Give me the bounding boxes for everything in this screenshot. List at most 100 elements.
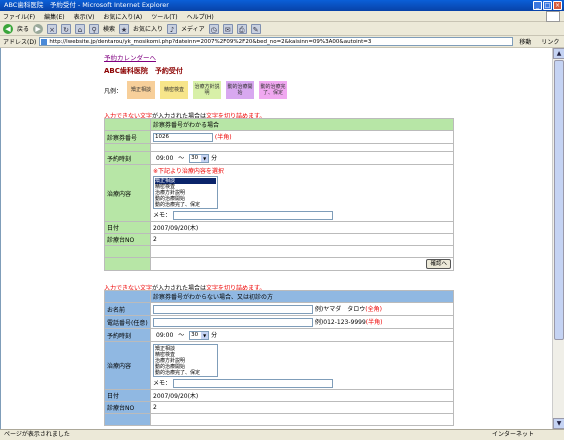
close-icon[interactable]: × <box>553 1 562 10</box>
date-label: 日付 <box>104 221 151 234</box>
bed-value-2: 2 <box>150 401 454 414</box>
forward-arrow-icon[interactable]: ▶ <box>33 23 44 34</box>
phone-label: 電話番号(任意) <box>104 315 151 329</box>
chevron-down-icon: ▼ <box>201 332 209 339</box>
legend-label: 凡例： <box>104 87 123 95</box>
time-hour-2: 09:00 <box>156 332 174 339</box>
card-number-note: (半角) <box>214 134 232 141</box>
favorites-icon[interactable]: ★ <box>119 23 130 34</box>
time-hour: 09:00 <box>156 155 174 162</box>
menu-help[interactable]: ヘルプ(H) <box>187 12 214 21</box>
minutes-select[interactable]: 30 ▼ <box>189 154 210 163</box>
time-label: 予約時刻 <box>104 151 151 165</box>
mail-icon[interactable]: ✉ <box>222 23 233 34</box>
memo-label-2: メモ： <box>153 380 172 387</box>
name-note: (全角) <box>365 306 382 313</box>
legend-item-start: 動的治療開始 <box>226 81 255 99</box>
back-arrow-icon[interactable]: ◀ <box>3 23 13 34</box>
window-titlebar: ABC歯科医院 予約受付 - Microsoft Internet Explor… <box>0 0 564 11</box>
calendar-link[interactable]: 予約カレンダーへ <box>104 52 156 62</box>
browser-toolbar: ◀ 戻る ▶ × ↻ ⌂ ⚲ 検索 ★ お気に入り ♪ メディア ◷ ✉ ⎙ ✎ <box>0 22 564 36</box>
confirm-button[interactable]: 確認へ <box>426 259 451 269</box>
media-button[interactable]: メディア <box>181 24 205 33</box>
legend-item-consult: 矯正相談 <box>127 81 156 99</box>
legend-item-complete: 動的治療完了、保定 <box>259 81 288 99</box>
address-text: http://lwebsite.jp/dentarou/yk_mosikomi.… <box>49 39 372 45</box>
stop-icon[interactable]: × <box>47 23 58 34</box>
go-button[interactable]: 移動 <box>519 37 531 46</box>
zone-text: インターネット <box>491 431 534 438</box>
home-icon[interactable]: ⌂ <box>75 23 86 34</box>
search-button[interactable]: 検索 <box>103 24 115 33</box>
print-icon[interactable]: ⎙ <box>236 23 247 34</box>
windows-logo-icon <box>546 11 560 22</box>
refresh-icon[interactable]: ↻ <box>61 23 72 34</box>
page-icon <box>41 39 48 45</box>
phone-note: (半角) <box>365 319 383 326</box>
phone-example: 例)012-123-9999 <box>314 319 366 326</box>
bed-value: 2 <box>150 233 454 246</box>
favorites-button[interactable]: お気に入り <box>133 24 163 33</box>
page-viewport: 予約カレンダーへ ABC歯科医院 予約受付 凡例： 矯正相談 精密検査 治療方針… <box>0 48 552 429</box>
address-input[interactable]: http://lwebsite.jp/dentarou/yk_mosikomi.… <box>39 37 514 46</box>
form-unknown-card: 診察券番号がわからない場合、又は初診の方 お名前 例)ヤマダ タロウ(全角) 電… <box>104 290 454 426</box>
menu-view[interactable]: 表示(V) <box>74 12 95 21</box>
treatment-listbox-2[interactable]: 矯正相談 精密検査 治療方針説明 動的治療開始 動的治療完了、保定 <box>153 344 218 377</box>
menu-tools[interactable]: ツール(T) <box>151 12 177 21</box>
name-input[interactable] <box>153 305 313 314</box>
date-label-2: 日付 <box>104 389 151 402</box>
time-sep: ～ <box>178 155 185 162</box>
card-number-input[interactable]: 1026 <box>153 133 213 142</box>
time-sep-2: ～ <box>178 332 185 339</box>
memo-input[interactable] <box>172 211 333 220</box>
name-label: お名前 <box>104 302 151 316</box>
menu-favorites[interactable]: お気に入り(A) <box>103 12 142 21</box>
treatment-label: 治療内容 <box>104 164 151 222</box>
scroll-down-icon[interactable]: ▼ <box>553 418 564 429</box>
history-icon[interactable]: ◷ <box>208 23 219 34</box>
bed-label-2: 診療台NO <box>104 401 151 414</box>
address-bar: アドレス(D) http://lwebsite.jp/dentarou/yk_m… <box>0 36 564 48</box>
bed-label: 診療台NO <box>104 233 151 246</box>
window-controls: _ □ × <box>533 1 562 10</box>
memo-input-2[interactable] <box>172 379 333 388</box>
scroll-thumb[interactable] <box>554 60 564 340</box>
minutes-select-2[interactable]: 30 ▼ <box>189 331 210 340</box>
date-value-2: 2007/09/20(木) <box>150 389 454 402</box>
page-title: ABC歯科医院 予約受付 <box>104 67 183 75</box>
time-unit-2: 分 <box>211 332 218 339</box>
media-icon[interactable]: ♪ <box>167 23 178 34</box>
form2-header: 診察券番号がわからない場合、又は初診の方 <box>150 290 454 303</box>
links-button[interactable]: リンク <box>541 37 559 46</box>
list-item[interactable]: 動的治療完了、保定 <box>155 370 216 376</box>
maximize-icon[interactable]: □ <box>543 1 552 10</box>
name-example: 例)ヤマダ タロウ <box>314 306 366 313</box>
phone-input[interactable] <box>153 318 313 327</box>
menu-file[interactable]: ファイル(F) <box>3 12 35 21</box>
date-value: 2007/09/20(木) <box>150 221 454 234</box>
menu-bar: ファイル(F) 編集(E) 表示(V) お気に入り(A) ツール(T) ヘルプ(… <box>0 11 564 22</box>
chevron-down-icon: ▼ <box>201 155 209 162</box>
treatment-note: ※下記より治療内容を選択 <box>153 168 224 175</box>
vertical-scrollbar[interactable]: ▲ ▼ <box>552 48 564 429</box>
search-icon[interactable]: ⚲ <box>89 23 100 34</box>
card-number-label: 診察券番号 <box>104 130 151 144</box>
menu-edit[interactable]: 編集(E) <box>44 12 64 21</box>
status-text: ページが表示されました <box>4 431 70 438</box>
window-title: ABC歯科医院 予約受付 - Microsoft Internet Explor… <box>4 1 169 9</box>
legend-item-exam: 精密検査 <box>160 81 189 99</box>
minimize-icon[interactable]: _ <box>533 1 542 10</box>
list-item[interactable]: 動的治療完了、保定 <box>155 202 216 208</box>
treatment-listbox[interactable]: 矯正相談 精密検査 治療方針説明 動的治療開始 動的治療完了、保定 <box>153 176 218 209</box>
scroll-up-icon[interactable]: ▲ <box>553 48 564 59</box>
treatment-label-2: 治療内容 <box>104 341 151 390</box>
time-label-2: 予約時刻 <box>104 328 151 342</box>
back-button[interactable]: 戻る <box>17 24 29 33</box>
legend-item-plan: 治療方針説明 <box>193 81 222 99</box>
form1-header: 診察券番号がわかる場合 <box>150 118 454 131</box>
legend: 凡例： 矯正相談 精密検査 治療方針説明 動的治療開始 動的治療完了、保定 <box>104 81 292 99</box>
memo-label: メモ： <box>153 212 172 219</box>
form-known-card: 診察券番号がわかる場合 診察券番号 1026 (半角) 予約時刻 09:00 ～… <box>104 118 454 271</box>
time-unit: 分 <box>211 155 218 162</box>
edit-icon[interactable]: ✎ <box>250 23 261 34</box>
